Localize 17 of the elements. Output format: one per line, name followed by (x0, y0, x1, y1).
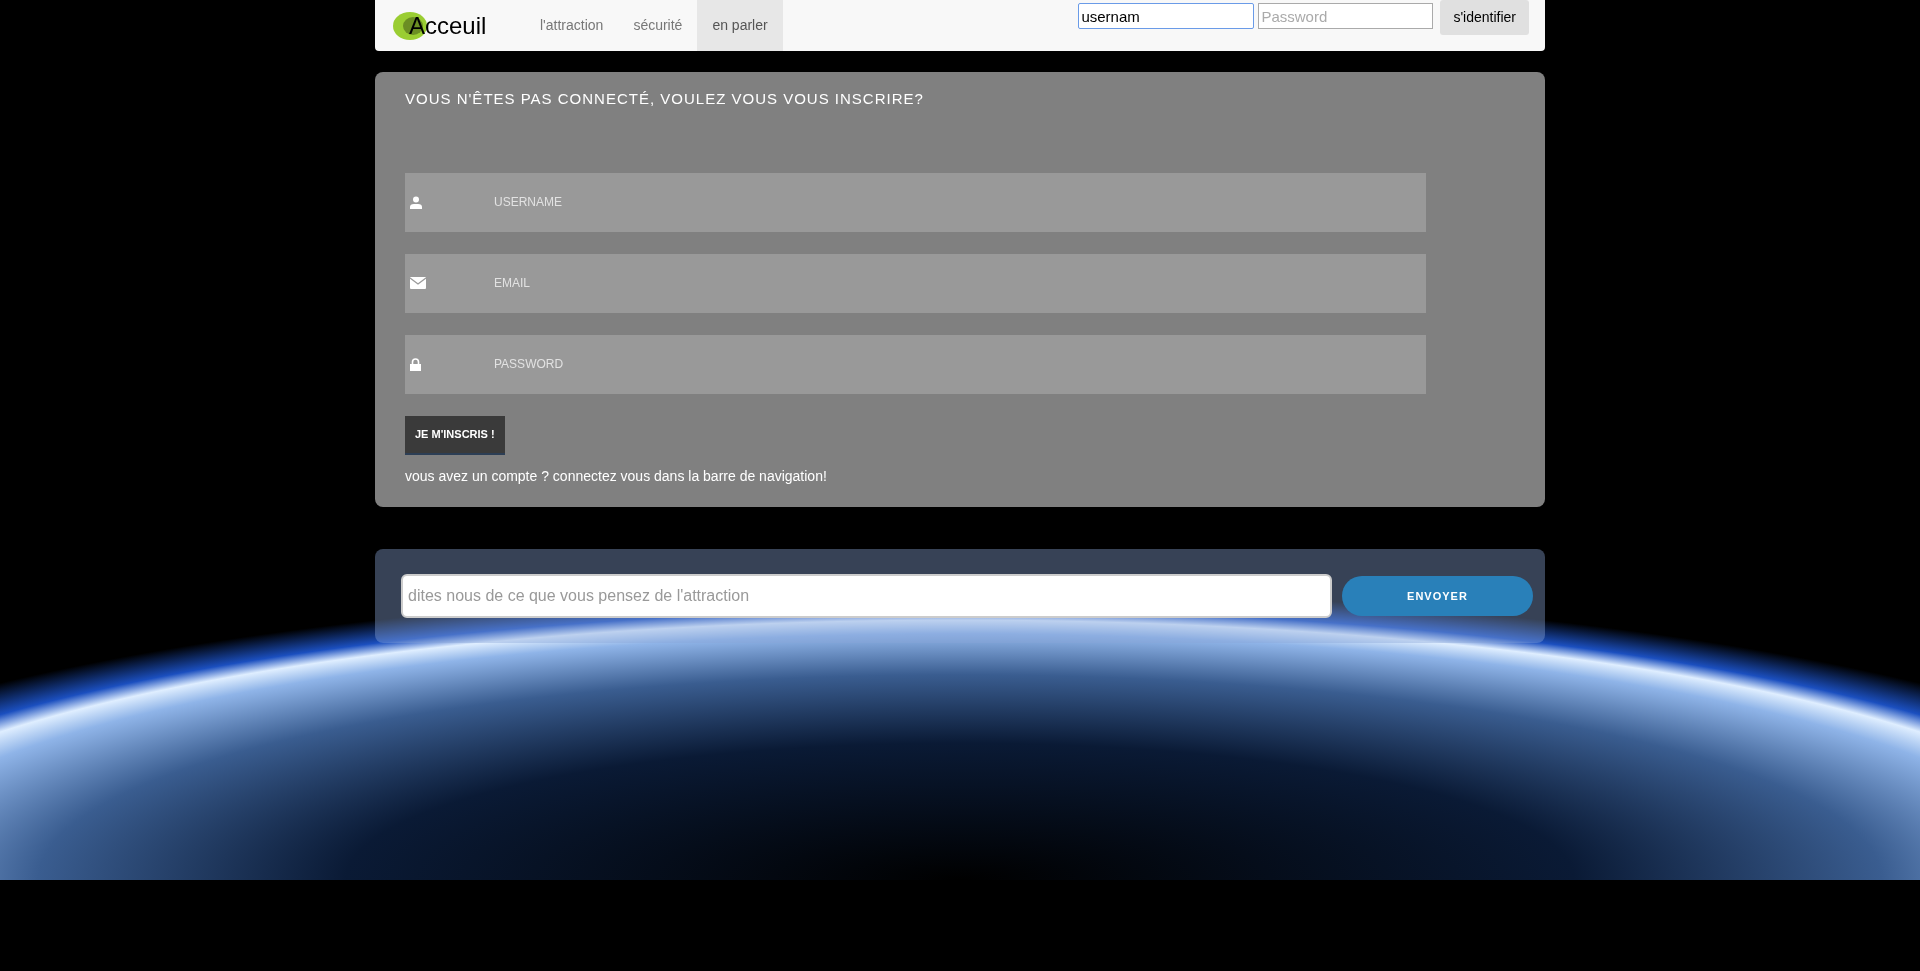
login-button[interactable]: s'identifier (1440, 0, 1529, 35)
nav-tab[interactable]: sécurité (618, 0, 698, 51)
send-button[interactable]: ENVOYER (1342, 576, 1533, 616)
user-icon (410, 195, 422, 209)
signup-email-field[interactable]: EMAIL (494, 253, 1426, 313)
lock-icon (410, 357, 421, 371)
signup-user-field[interactable]: USERNAME (494, 172, 1426, 232)
register-button[interactable]: JE M'INSCRIS ! (405, 415, 505, 455)
login-hint: vous avez un compte ? connectez vous dans la barre de navigation! (405, 466, 828, 486)
login-username-field[interactable]: usernam (1078, 3, 1255, 29)
envelope-icon (410, 277, 426, 289)
login-password-field[interactable]: Password (1258, 3, 1434, 29)
nav-tab[interactable]: l'attraction (525, 0, 619, 51)
nav-tab[interactable]: en parler (697, 0, 783, 51)
signup-password-field[interactable]: PASSWORD (494, 334, 1426, 394)
feedback-field[interactable]: dites nous de ce que vous pensez de l'attraction (401, 574, 1332, 618)
panel-title: VOUS N'ÊTES PAS CONNECTÉ, VOULEZ VOUS VOUS INSCRIRE? (405, 89, 925, 109)
